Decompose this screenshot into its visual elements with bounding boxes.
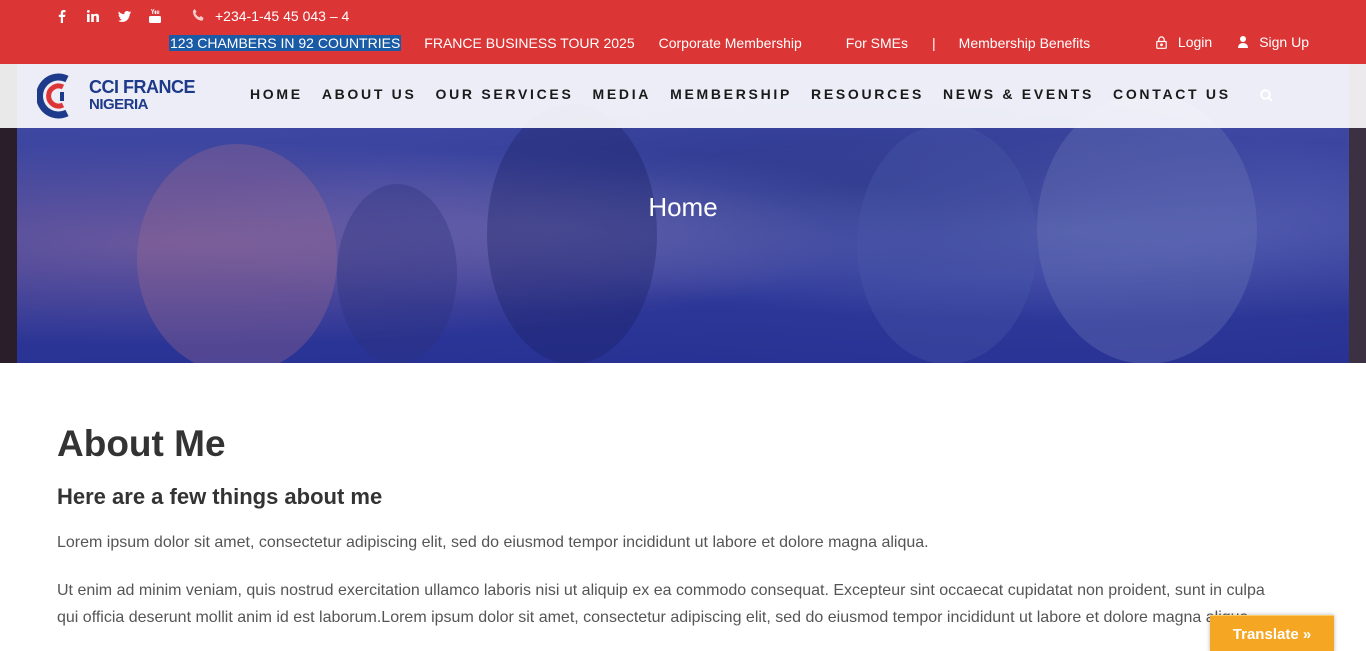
login-label: Login (1177, 34, 1213, 50)
logo-line-2: NIGERIA (89, 96, 149, 113)
social-links (55, 9, 179, 23)
facebook-icon[interactable] (55, 9, 69, 23)
nav-item-news-events[interactable]: NEWS & EVENTS (943, 86, 1094, 102)
page-heading: About Me (57, 423, 226, 464)
user-icon (1238, 36, 1249, 48)
smes-link[interactable]: For SMEs (846, 35, 908, 51)
logo-text: CCI FRANCE NIGERIA (89, 77, 196, 113)
main-navbar: CCI FRANCE NIGERIA HOME ABOUT US OUR SER… (0, 64, 1366, 128)
phone-number[interactable]: +234-1-45 45 043 – 4 (215, 8, 349, 24)
nav-item-home[interactable]: HOME (250, 86, 303, 102)
nav-item-our-services[interactable]: OUR SERVICES (436, 86, 574, 102)
logo-line-1: CCI FRANCE (89, 77, 196, 97)
login-link[interactable]: Login (1156, 34, 1212, 50)
site-logo[interactable]: CCI FRANCE NIGERIA (36, 73, 207, 119)
signup-label: Sign Up (1259, 34, 1309, 50)
body-paragraph: Ut enim ad minim veniam, quis nostrud ex… (57, 582, 1265, 626)
auth-links: Login Sign Up (1156, 34, 1309, 50)
page-subheading: Here are a few things about me (57, 484, 383, 509)
cci-logo-mark (36, 73, 69, 119)
translate-button[interactable]: Translate » (1210, 615, 1334, 651)
twitter-icon[interactable] (117, 9, 131, 23)
youtube-icon[interactable] (148, 9, 162, 23)
nav-item-contact-us[interactable]: CONTACT US (1113, 86, 1231, 102)
hero-title: Home (648, 192, 718, 222)
link-separator: | (932, 35, 936, 51)
corporate-membership-link[interactable]: Corporate Membership (659, 35, 802, 51)
search-icon[interactable] (1260, 89, 1273, 107)
top-links: 123 CHAMBERS IN 92 COUNTRIES FRANCE BUSI… (169, 34, 1090, 52)
nav-item-resources[interactable]: RESOURCES (811, 86, 924, 102)
lock-icon (1156, 35, 1167, 49)
nav-item-about-us[interactable]: ABOUT US (322, 86, 417, 102)
phone-icon (192, 9, 206, 23)
nav-item-membership[interactable]: MEMBERSHIP (670, 86, 792, 102)
linkedin-icon[interactable] (86, 9, 100, 23)
nav-item-media[interactable]: MEDIA (592, 86, 651, 102)
top-bar: +234-1-45 45 043 – 4 123 CHAMBERS IN 92 … (0, 0, 1366, 64)
chambers-link[interactable]: 123 CHAMBERS IN 92 COUNTRIES (169, 35, 402, 51)
main-content: About Me Here are a few things about me … (57, 420, 1307, 631)
business-tour-link[interactable]: FRANCE BUSINESS TOUR 2025 (424, 35, 634, 51)
membership-benefits-link[interactable]: Membership Benefits (959, 35, 1091, 51)
phone-contact: +234-1-45 45 043 – 4 (192, 8, 349, 24)
intro-paragraph: Lorem ipsum dolor sit amet, consectetur … (57, 534, 929, 551)
signup-link[interactable]: Sign Up (1238, 34, 1309, 50)
primary-nav: HOME ABOUT US OUR SERVICES MEDIA MEMBERS… (250, 86, 1250, 102)
